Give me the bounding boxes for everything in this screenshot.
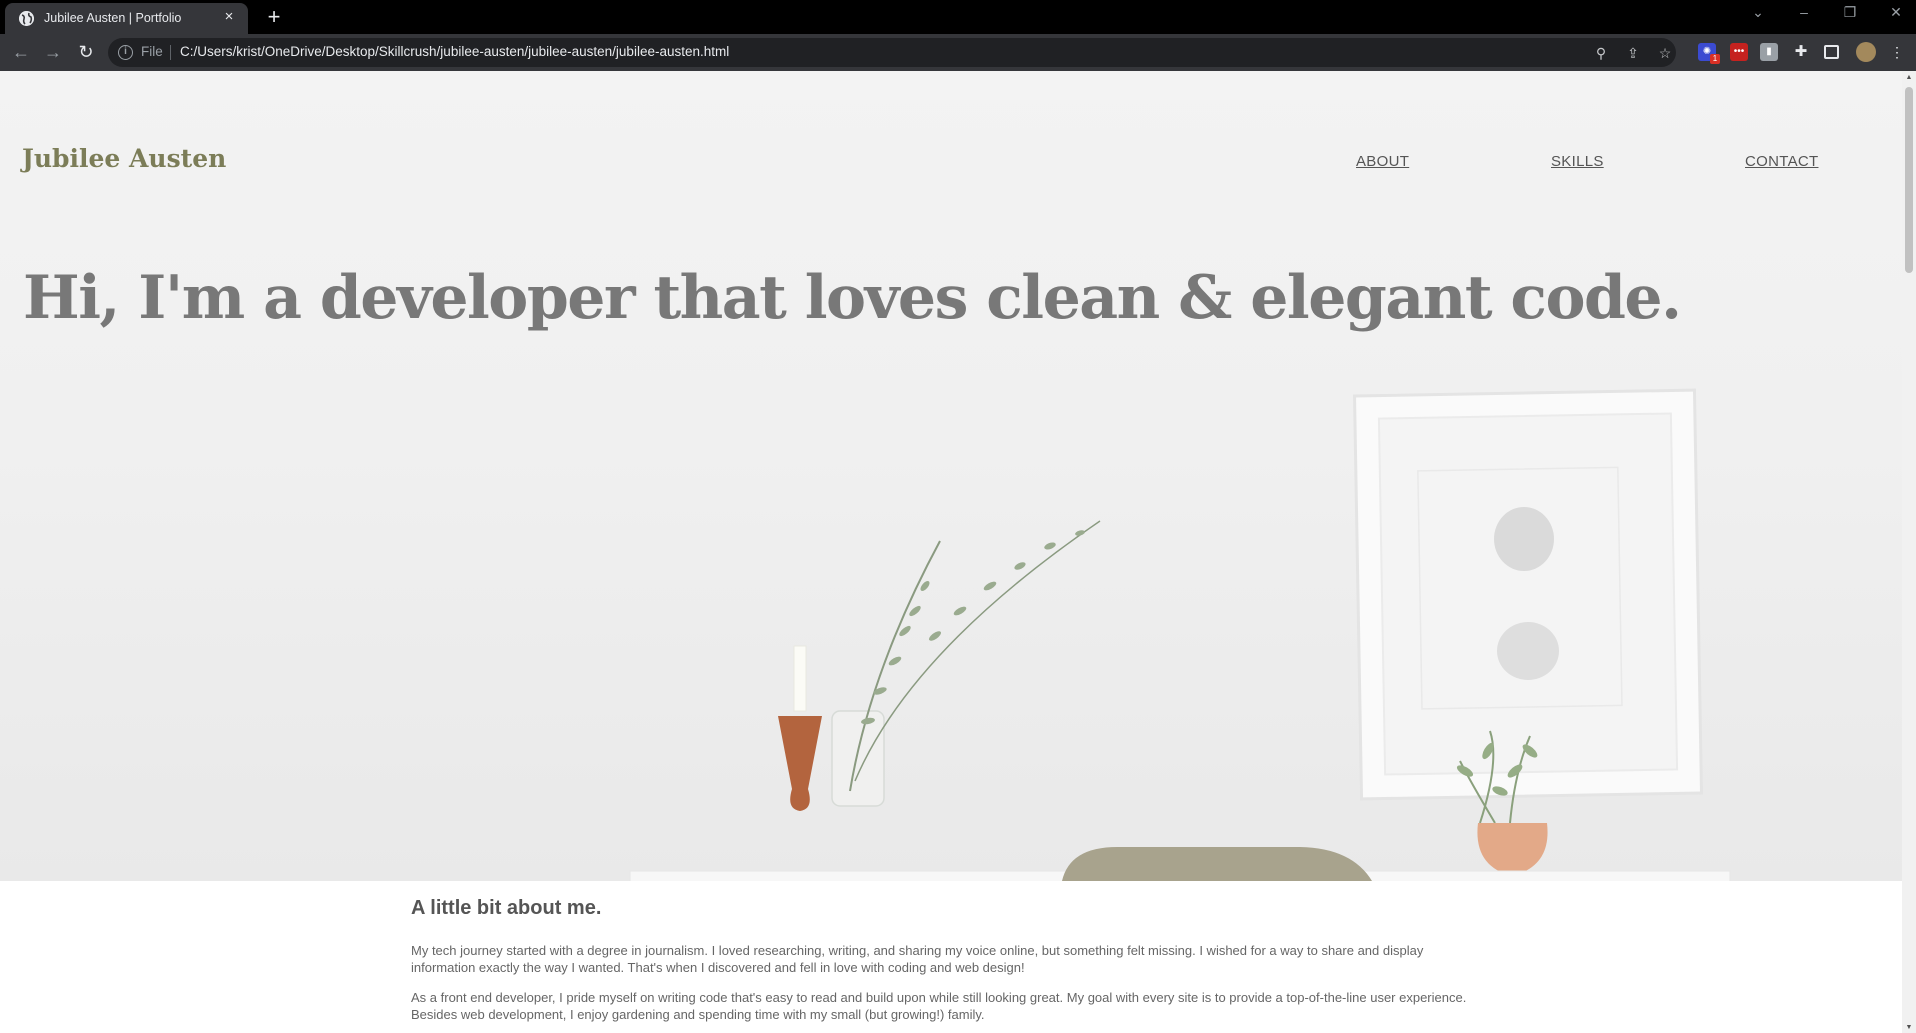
- about-section: A little bit about me. My tech journey s…: [0, 881, 1902, 1033]
- extension-badge: 1: [1710, 54, 1720, 64]
- hero-background-photo: [629, 388, 1731, 881]
- forward-icon[interactable]: →: [41, 41, 65, 65]
- address-bar[interactable]: i File C:/Users/krist/OneDrive/Desktop/S…: [108, 38, 1676, 67]
- menu-icon[interactable]: ⋮: [1888, 43, 1906, 61]
- minimize-icon[interactable]: –: [1792, 4, 1816, 20]
- scheme-label: File: [141, 44, 163, 59]
- scrollbar-thumb[interactable]: [1905, 87, 1913, 273]
- about-paragraph: As a front end developer, I pride myself…: [411, 990, 1467, 1022]
- hero-headline: Hi, I'm a developer that loves clean & e…: [23, 263, 1682, 333]
- about-paragraph: My tech journey started with a degree in…: [411, 943, 1424, 975]
- page-scrollbar[interactable]: ▲ ▼: [1902, 71, 1916, 1033]
- hero-section: Jubilee Austen ABOUT SKILLS CONTACT Hi, …: [0, 71, 1902, 881]
- omnibox-divider: [170, 45, 171, 60]
- restore-icon[interactable]: ❐: [1838, 4, 1862, 21]
- globe-icon: [19, 11, 34, 26]
- close-window-icon[interactable]: ✕: [1884, 4, 1908, 21]
- nav-link-about[interactable]: ABOUT: [1356, 153, 1409, 170]
- site-logo[interactable]: Jubilee Austen: [22, 144, 226, 173]
- nav-link-contact[interactable]: CONTACT: [1745, 153, 1818, 170]
- tab-title: Jubilee Austen | Portfolio: [44, 11, 182, 25]
- tab-search-icon[interactable]: ⌄: [1746, 4, 1770, 21]
- extension-grey-icon[interactable]: ▮: [1760, 43, 1778, 61]
- browser-tab-bar: Jubilee Austen | Portfolio × + ⌄ – ❐ ✕: [0, 0, 1916, 34]
- bookmark-star-icon[interactable]: ☆: [1656, 44, 1674, 62]
- tab-close-icon[interactable]: ×: [220, 8, 238, 26]
- about-heading: A little bit about me.: [411, 897, 602, 919]
- extensions-puzzle-icon[interactable]: ✚: [1792, 43, 1810, 61]
- extension-red-icon[interactable]: •••: [1730, 43, 1748, 61]
- zoom-icon[interactable]: ⚲: [1592, 44, 1610, 62]
- side-panel-icon[interactable]: [1824, 45, 1839, 59]
- new-tab-button[interactable]: +: [262, 5, 286, 29]
- back-icon[interactable]: ←: [9, 41, 33, 65]
- profile-avatar[interactable]: [1856, 42, 1876, 62]
- browser-tab[interactable]: Jubilee Austen | Portfolio ×: [5, 3, 248, 34]
- page-viewport: Jubilee Austen ABOUT SKILLS CONTACT Hi, …: [0, 71, 1902, 1033]
- share-icon[interactable]: ⇪: [1624, 44, 1642, 62]
- info-icon[interactable]: i: [118, 45, 133, 60]
- nav-link-skills[interactable]: SKILLS: [1551, 153, 1604, 170]
- scroll-down-icon[interactable]: ▼: [1905, 1024, 1913, 1031]
- scroll-up-icon[interactable]: ▲: [1905, 74, 1913, 81]
- url-text[interactable]: C:/Users/krist/OneDrive/Desktop/Skillcru…: [180, 44, 729, 59]
- browser-toolbar: ← → ↻ i File C:/Users/krist/OneDrive/Des…: [0, 34, 1916, 71]
- reload-icon[interactable]: ↻: [74, 41, 98, 65]
